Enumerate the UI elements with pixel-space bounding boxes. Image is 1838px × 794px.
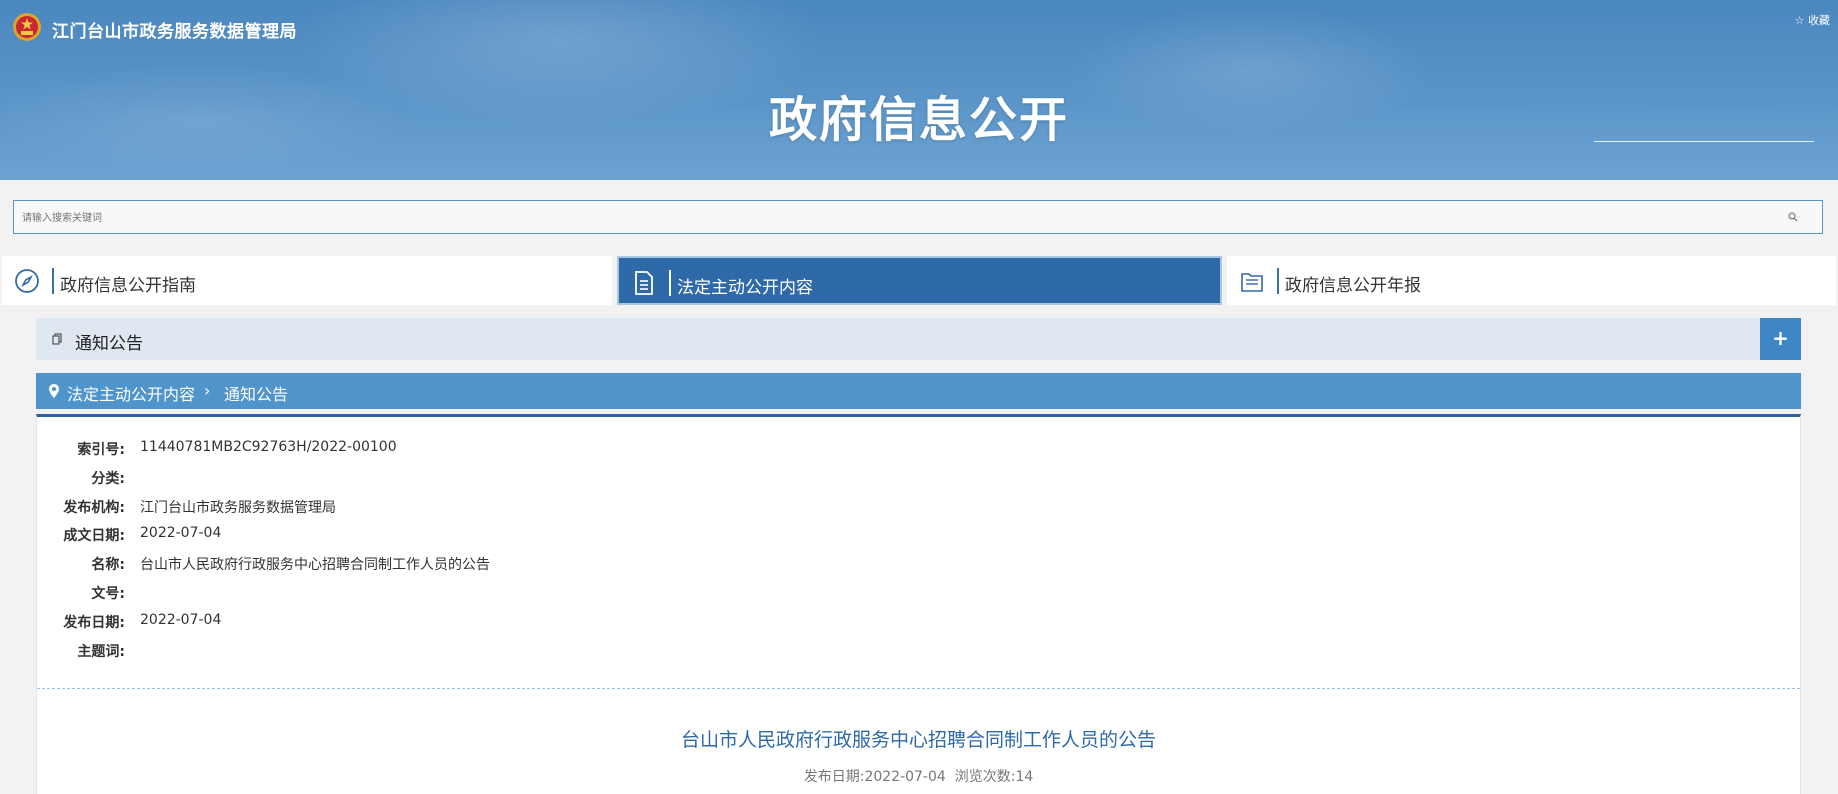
favorite-link[interactable]: ☆ 收藏 [1795,12,1830,28]
section-bar: 通知公告 + [36,318,1801,360]
content-panel: 索引号: 11440781MB2C92763H/2022-00100 分类: 发… [36,414,1801,794]
site-header: 江门台山市政务服务数据管理局 ☆ 收藏 政府信息公开 [0,0,1838,180]
breadcrumb-item-notices[interactable]: 通知公告 [224,381,288,405]
document-icon [635,271,653,295]
compass-icon [15,269,39,293]
breadcrumb-item-statutory[interactable]: 法定主动公开内容 [67,381,195,405]
site-name[interactable]: 江门台山市政务服务数据管理局 [52,17,297,42]
tab-separator [52,268,54,294]
meta-key: 名称: [91,557,125,573]
breadcrumb-separator: › [204,381,211,400]
copy-icon [52,333,62,345]
breadcrumb: 法定主动公开内容 › 通知公告 [36,373,1801,409]
expand-button[interactable]: + [1760,318,1801,360]
article-meta: 发布日期:2022-07-04 浏览次数:14 [37,766,1800,786]
tab-label: 法定主动公开内容 [677,278,813,298]
meta-key: 成文日期: [63,528,125,544]
meta-key: 发布日期: [63,615,125,631]
article-title: 台山市人民政府行政服务中心招聘合同制工作人员的公告 [680,729,1156,751]
search-input[interactable] [20,201,1784,235]
tab-statutory-content[interactable]: 法定主动公开内容 [617,256,1222,305]
header-divider [1594,141,1814,142]
meta-value: 2022-07-04 [140,525,222,541]
meta-value: 江门台山市政务服务数据管理局 [140,500,336,516]
meta-key: 文号: [91,586,125,602]
section-title: 通知公告 [75,334,143,354]
views-label: 浏览次数: [954,769,1016,785]
meta-key: 发布机构: [63,500,125,516]
tab-separator [669,270,671,296]
meta-key: 分类: [91,471,125,487]
meta-value: 2022-07-04 [140,612,222,628]
dashed-divider [37,688,1800,689]
search-bar [13,200,1823,235]
location-pin-icon [49,384,59,398]
meta-value: 11440781MB2C92763H/2022-00100 [140,439,397,455]
page-title: 政府信息公开 [768,92,1069,148]
view-count: 14 [1015,769,1034,785]
tab-label: 政府信息公开年报 [1285,276,1421,296]
tab-bar: 政府信息公开指南 法定主动公开内容 政府信息公开年报 [2,256,1836,305]
publish-date-label: 发布日期: [803,769,865,785]
meta-key: 索引号: [77,442,125,458]
tab-separator [1277,268,1279,294]
search-icon[interactable] [1788,212,1798,222]
tab-annual-report[interactable]: 政府信息公开年报 [1227,256,1836,305]
tab-guide[interactable]: 政府信息公开指南 [2,256,612,305]
publish-date: 2022-07-04 [864,769,946,785]
meta-value: 台山市人民政府行政服务中心招聘合同制工作人员的公告 [140,557,490,573]
folder-icon [1241,273,1263,292]
meta-key: 主题词: [77,644,125,660]
tab-label: 政府信息公开指南 [60,276,196,296]
national-emblem-icon [13,13,41,41]
